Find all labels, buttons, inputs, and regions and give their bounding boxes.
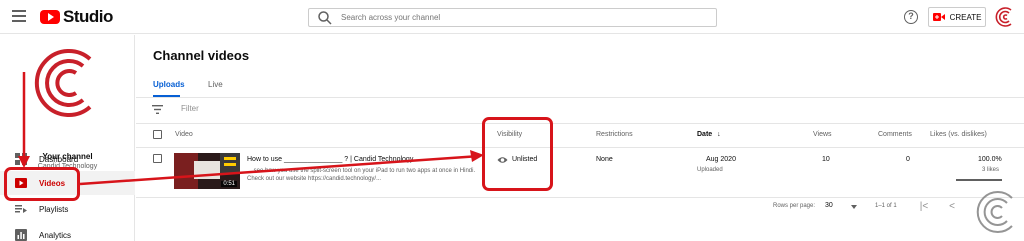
candid-watermark-logo — [976, 191, 1013, 233]
annotation-box-videos — [4, 167, 80, 201]
annotation-arrow-right — [79, 154, 481, 186]
annotation-box-visibility — [482, 117, 553, 191]
